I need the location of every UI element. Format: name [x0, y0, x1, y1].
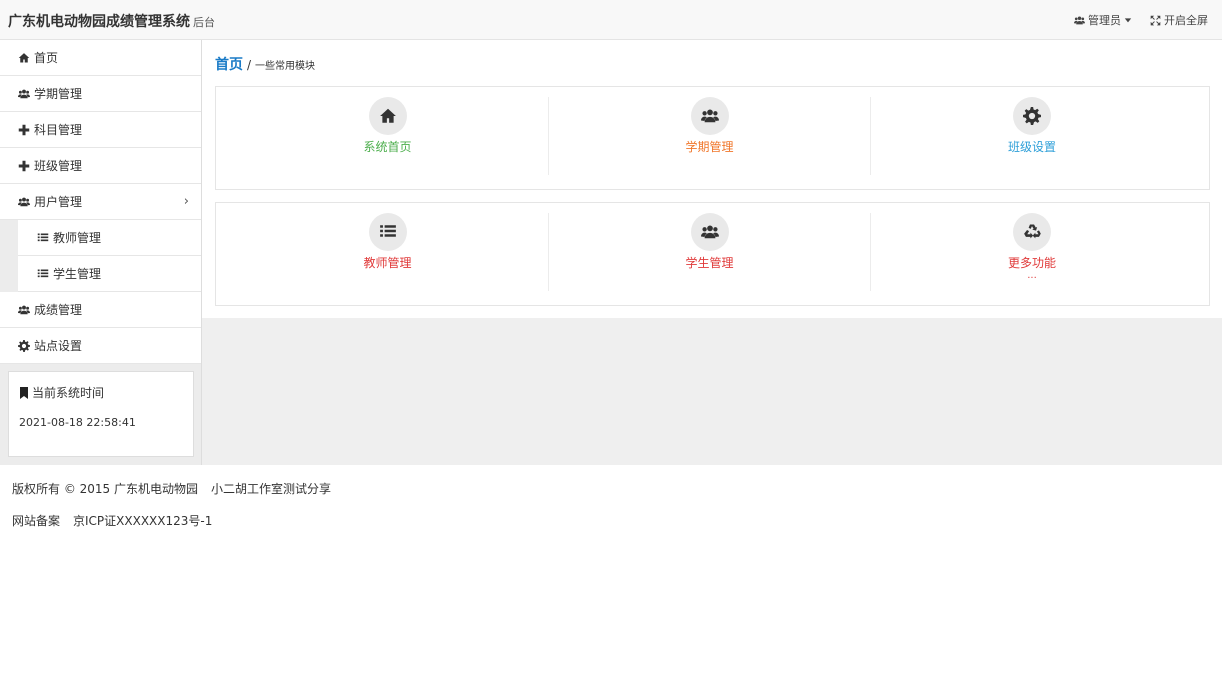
- quick-link-label: 学期管理: [685, 140, 734, 154]
- plus-icon: [18, 124, 30, 135]
- fullscreen-button[interactable]: 开启全屏: [1150, 12, 1208, 28]
- users-icon: [700, 109, 719, 123]
- list-icon: [379, 225, 396, 237]
- sidebar: 首页 学期管理 科目管理 班级管理 用户管理 › 教师管理 学生管理 成绩管理 …: [0, 40, 202, 465]
- recycle-icon: [1024, 224, 1041, 239]
- list-icon: [37, 233, 49, 241]
- sidebar-item-scores[interactable]: 成绩管理: [0, 292, 201, 328]
- sidebar-item-class[interactable]: 班级管理: [0, 148, 201, 184]
- main-card: 首页 / 一些常用模块 系统首页 学期管理 班级设置 教师管理 学生管理 更多功…: [202, 40, 1222, 318]
- gear-icon: [1023, 107, 1041, 125]
- icon-circle: [690, 213, 729, 251]
- icon-circle: [1013, 213, 1051, 251]
- brand-subtitle: 后台: [193, 16, 215, 29]
- breadcrumb-separator: /: [247, 58, 252, 72]
- home-icon: [379, 108, 396, 123]
- footer: 版权所有 © 2015 广东机电动物园 小二胡工作室测试分享 网站备案 京ICP证X…: [12, 480, 331, 544]
- sidebar-item-label: 班级管理: [34, 159, 83, 173]
- users-icon: [700, 225, 719, 239]
- expand-icon: [1150, 15, 1161, 25]
- quick-panel-row-1: 系统首页 学期管理 班级设置: [215, 86, 1210, 190]
- footer-icp-label: 网站备案: [12, 514, 61, 528]
- quick-link-label: 更多功能: [1007, 256, 1056, 270]
- sidebar-item-label: 科目管理: [34, 123, 83, 137]
- quick-panel-row-2: 教师管理 学生管理 更多功能 ...: [215, 202, 1210, 306]
- system-time-value: 2021-08-18 22:58:41: [19, 416, 136, 429]
- quick-link-label: 班级设置: [1007, 140, 1056, 154]
- chevron-right-icon: ›: [183, 194, 189, 209]
- quick-link-students[interactable]: 学生管理: [549, 213, 871, 291]
- quick-link-label: 教师管理: [363, 256, 412, 270]
- icon-circle: [1013, 97, 1051, 135]
- sidebar-item-label: 学期管理: [34, 87, 83, 101]
- system-time-panel: 当前系统时间 2021-08-18 22:58:41: [8, 371, 194, 457]
- sidebar-item-label: 站点设置: [34, 339, 83, 353]
- icon-circle: [368, 97, 407, 135]
- brand-name: 广东机电动物园成绩管理系统: [8, 14, 190, 30]
- gear-icon: [18, 339, 30, 352]
- quick-link-label: 系统首页: [363, 140, 412, 154]
- quick-link-label: 学生管理: [685, 256, 734, 270]
- users-icon: [1074, 16, 1085, 24]
- quick-link-system-home[interactable]: 系统首页: [227, 97, 549, 175]
- sidebar-item-teachers[interactable]: 教师管理: [18, 220, 201, 256]
- users-icon: [18, 305, 30, 314]
- plus-icon: [18, 160, 30, 171]
- more-ellipsis: ...: [1027, 270, 1037, 281]
- sidebar-item-label: 教师管理: [53, 231, 102, 245]
- admin-dropdown[interactable]: 管理员: [1074, 12, 1132, 28]
- admin-label: 管理员: [1088, 14, 1121, 27]
- icon-circle: [690, 97, 729, 135]
- quick-link-semester[interactable]: 学期管理: [549, 97, 871, 175]
- quick-link-more[interactable]: 更多功能 ...: [871, 213, 1193, 291]
- brand-title[interactable]: 广东机电动物园成绩管理系统 后台: [8, 11, 215, 31]
- fullscreen-label: 开启全屏: [1164, 14, 1208, 27]
- footer-copyright-line: 版权所有 © 2015 广东机电动物园 小二胡工作室测试分享: [12, 480, 331, 512]
- caret-down-icon: [1124, 18, 1132, 23]
- footer-icp-number[interactable]: 京ICP证XXXXXX123号-1: [73, 514, 212, 528]
- breadcrumb-home[interactable]: 首页: [215, 54, 243, 74]
- home-icon: [18, 52, 30, 62]
- breadcrumb: 首页 / 一些常用模块: [215, 54, 315, 74]
- sidebar-item-label: 首页: [34, 51, 59, 65]
- sidebar-item-settings[interactable]: 站点设置: [0, 328, 201, 364]
- footer-copyright: 版权所有 © 2015 广东机电动物园: [12, 482, 198, 496]
- bookmark-icon: [20, 386, 28, 399]
- icon-circle: [368, 213, 407, 251]
- top-navbar: 广东机电动物园成绩管理系统 后台 管理员 开启全屏: [0, 0, 1222, 40]
- sidebar-item-semester[interactable]: 学期管理: [0, 76, 201, 112]
- sidebar-item-label: 用户管理: [34, 195, 83, 209]
- sidebar-item-home[interactable]: 首页: [0, 40, 201, 76]
- breadcrumb-desc: 一些常用模块: [255, 61, 316, 72]
- footer-icp-line: 网站备案 京ICP证XXXXXX123号-1: [12, 512, 331, 544]
- sidebar-item-subject[interactable]: 科目管理: [0, 112, 201, 148]
- footer-studio: 小二胡工作室测试分享: [210, 482, 331, 496]
- users-icon: [18, 197, 30, 206]
- quick-link-class-settings[interactable]: 班级设置: [871, 97, 1193, 175]
- sidebar-item-label: 成绩管理: [34, 303, 83, 317]
- list-icon: [37, 269, 49, 277]
- sidebar-item-students[interactable]: 学生管理: [18, 256, 201, 292]
- main-content: 首页 / 一些常用模块 系统首页 学期管理 班级设置 教师管理 学生管理 更多功…: [202, 40, 1222, 465]
- sidebar-item-label: 学生管理: [53, 267, 102, 281]
- sidebar-item-users[interactable]: 用户管理 ›: [0, 184, 201, 220]
- users-icon: [18, 89, 30, 98]
- quick-link-teachers[interactable]: 教师管理: [227, 213, 549, 291]
- system-time-title: 当前系统时间: [32, 386, 105, 400]
